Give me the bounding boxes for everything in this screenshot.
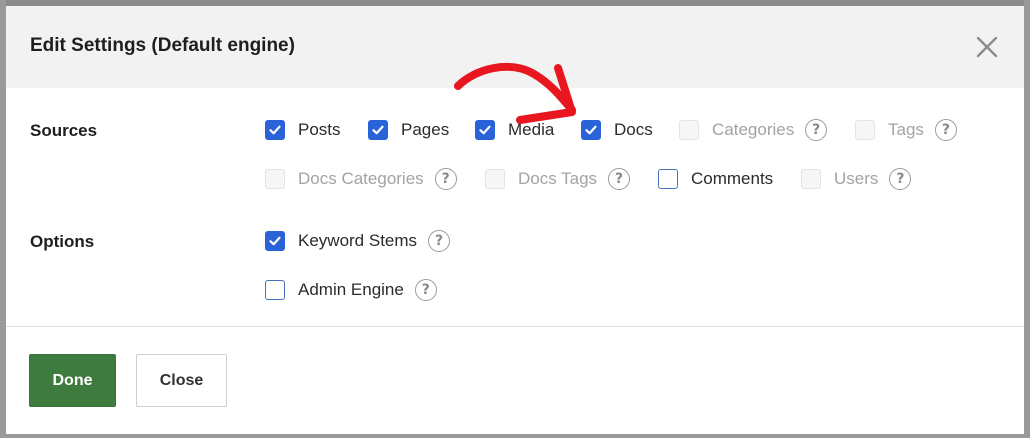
help-icon[interactable]: ? bbox=[434, 168, 457, 190]
checkbox[interactable] bbox=[475, 120, 495, 140]
checkbox-label: Admin Engine bbox=[298, 280, 404, 299]
source-checkbox-posts[interactable]: Posts bbox=[265, 119, 341, 141]
footer-divider bbox=[6, 326, 1024, 327]
checkbox-label: Comments bbox=[691, 169, 774, 188]
source-checkbox-docs-tags[interactable]: Docs Tags ? bbox=[485, 168, 631, 190]
backdrop bbox=[1024, 0, 1030, 438]
source-checkbox-tags[interactable]: Tags ? bbox=[855, 119, 957, 141]
checkbox[interactable] bbox=[265, 280, 285, 300]
checkbox[interactable] bbox=[265, 120, 285, 140]
checkbox[interactable] bbox=[801, 169, 821, 189]
checkbox-label: Categories bbox=[712, 120, 795, 139]
checkbox[interactable] bbox=[855, 120, 875, 140]
checkbox-label: Media bbox=[508, 120, 555, 139]
source-checkbox-media[interactable]: Media bbox=[475, 119, 554, 141]
options-label: Options bbox=[30, 232, 95, 251]
option-checkbox-admin-engine[interactable]: Admin Engine ? bbox=[265, 279, 437, 301]
checkbox[interactable] bbox=[485, 169, 505, 189]
checkbox-label: Pages bbox=[401, 120, 450, 139]
checkbox[interactable] bbox=[265, 231, 285, 251]
source-checkbox-docs-categories[interactable]: Docs Categories ? bbox=[265, 168, 457, 190]
checkbox[interactable] bbox=[581, 120, 601, 140]
close-button[interactable]: Close bbox=[136, 354, 227, 407]
checkbox-label: Tags bbox=[888, 120, 924, 139]
source-checkbox-docs[interactable]: Docs bbox=[581, 119, 653, 141]
help-icon[interactable]: ? bbox=[889, 168, 912, 190]
source-checkbox-pages[interactable]: Pages bbox=[368, 119, 449, 141]
edit-settings-dialog: Edit Settings (Default engine) Sources P… bbox=[6, 6, 1024, 434]
help-icon[interactable]: ? bbox=[428, 230, 451, 252]
dialog-title: Edit Settings (Default engine) bbox=[30, 35, 295, 56]
source-checkbox-categories[interactable]: Categories ? bbox=[679, 119, 828, 141]
sources-label: Sources bbox=[30, 121, 98, 140]
checkbox-label: Keyword Stems bbox=[298, 231, 418, 250]
checkbox-label: Posts bbox=[298, 120, 341, 139]
checkbox[interactable] bbox=[368, 120, 388, 140]
close-icon[interactable] bbox=[974, 34, 1000, 60]
dialog-header: Edit Settings (Default engine) bbox=[6, 6, 1024, 88]
checkbox-label: Users bbox=[834, 169, 879, 188]
checkbox[interactable] bbox=[658, 169, 678, 189]
checkbox[interactable] bbox=[265, 169, 285, 189]
help-icon[interactable]: ? bbox=[934, 119, 957, 141]
checkbox-label: Docs Categories bbox=[298, 169, 424, 188]
help-icon[interactable]: ? bbox=[414, 279, 437, 301]
help-icon[interactable]: ? bbox=[805, 119, 828, 141]
help-icon[interactable]: ? bbox=[608, 168, 631, 190]
option-checkbox-keyword-stems[interactable]: Keyword Stems ? bbox=[265, 230, 451, 252]
source-checkbox-comments[interactable]: Comments bbox=[658, 168, 773, 190]
checkbox[interactable] bbox=[679, 120, 699, 140]
checkbox-label: Docs Tags bbox=[518, 169, 598, 188]
checkbox-label: Docs bbox=[614, 120, 653, 139]
source-checkbox-users[interactable]: Users ? bbox=[801, 168, 912, 190]
done-button[interactable]: Done bbox=[29, 354, 116, 407]
